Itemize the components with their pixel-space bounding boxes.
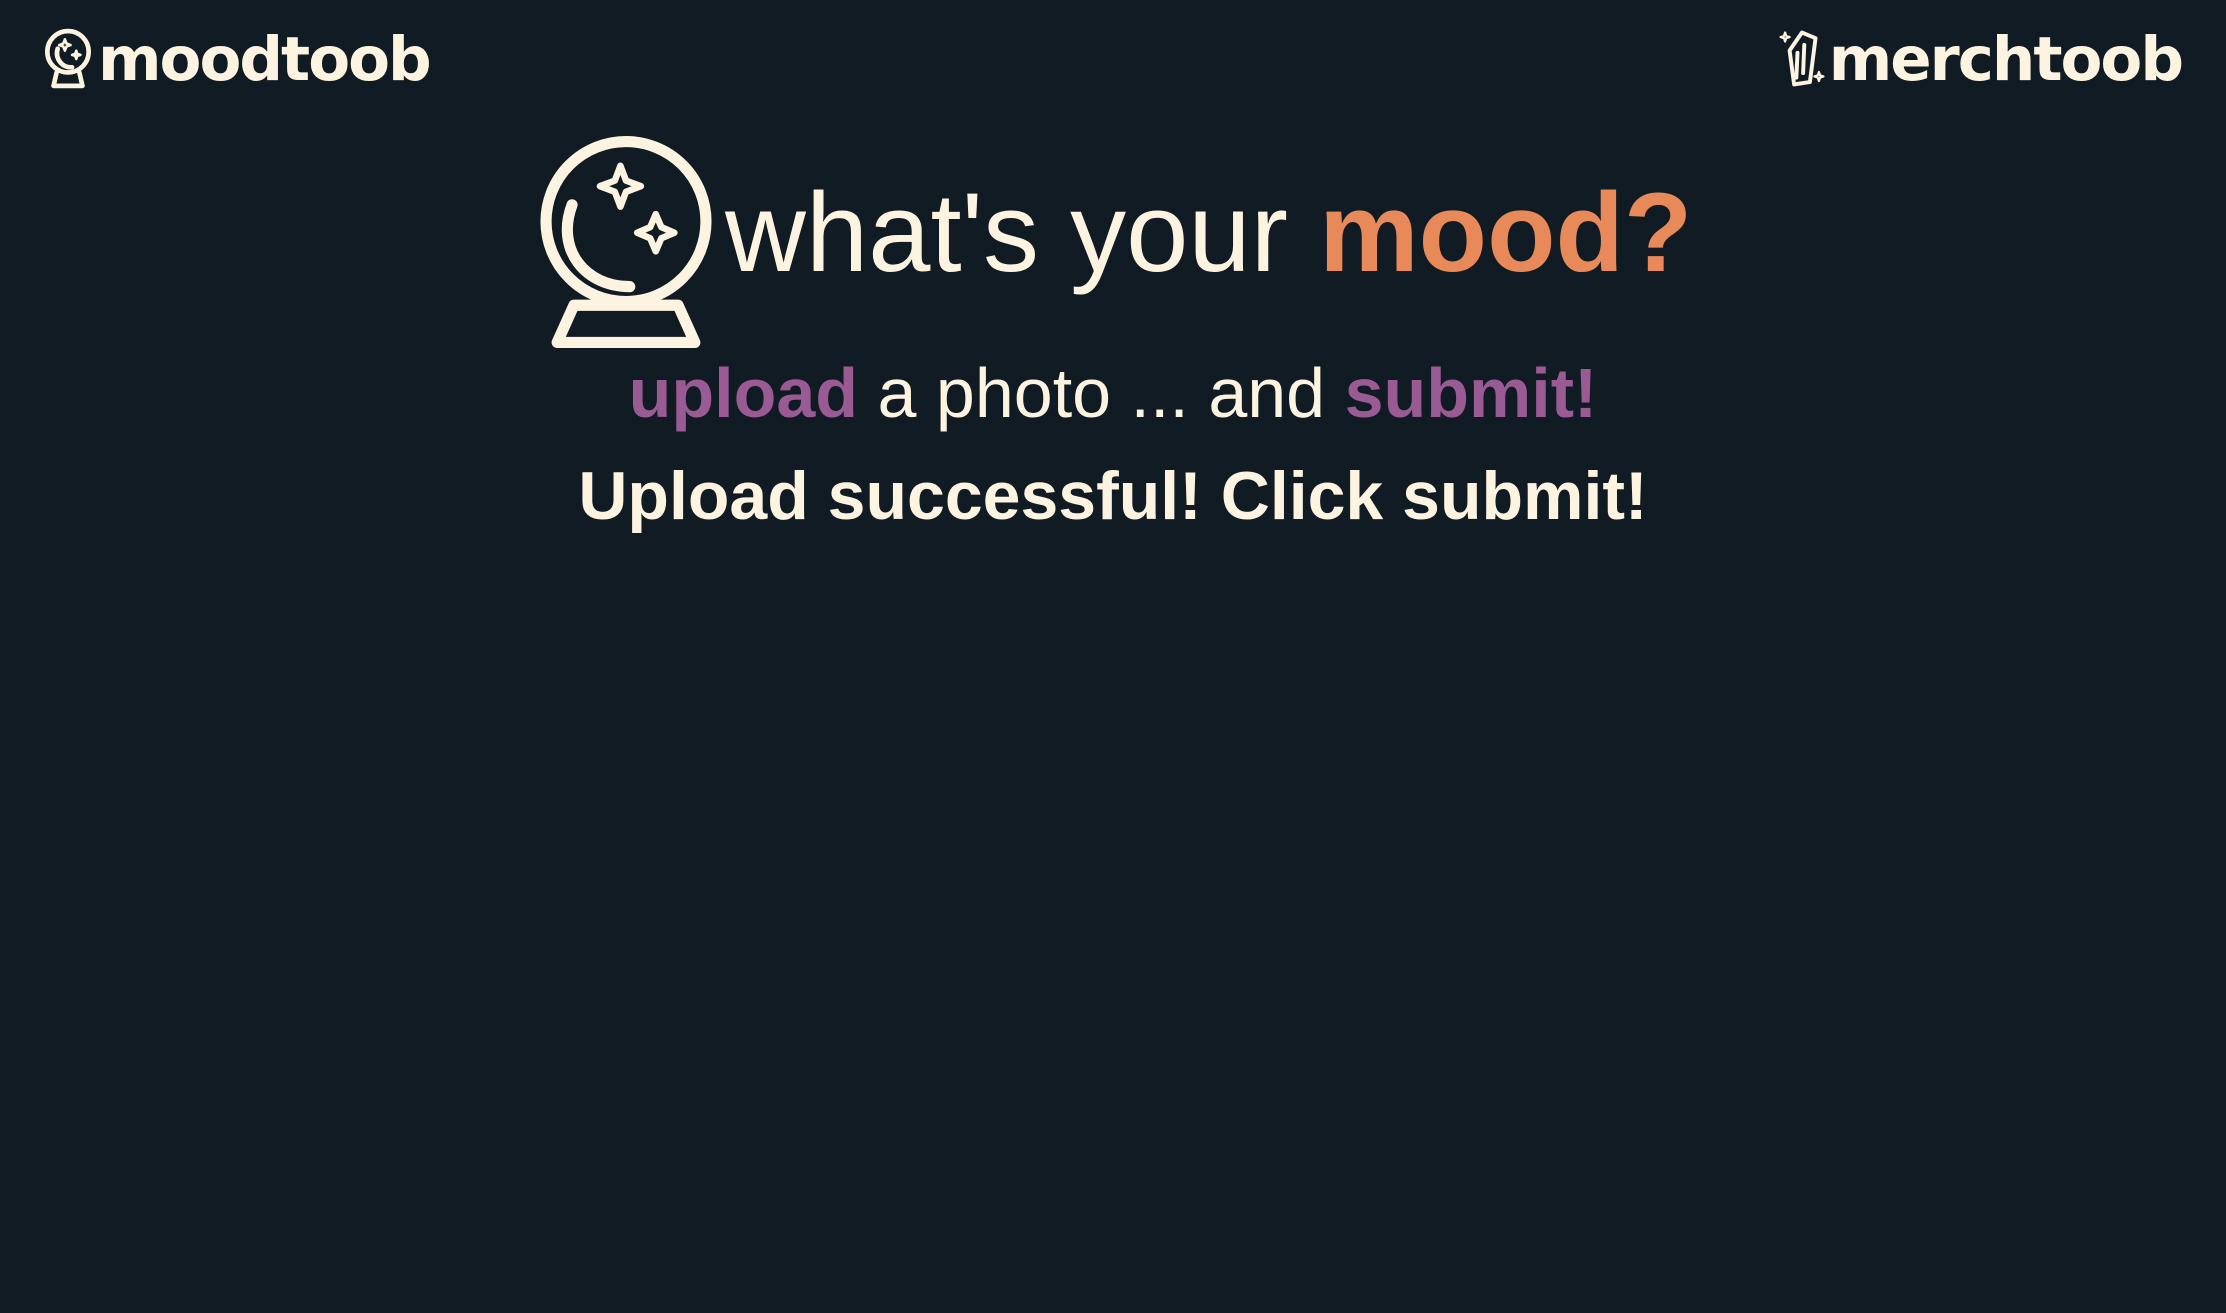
- hero-heading: what's your mood?: [533, 134, 1692, 355]
- upload-status-message: Upload successful! Click submit!: [578, 458, 1648, 534]
- title-accent: mood?: [1319, 170, 1693, 295]
- instruction-middle: a photo ... and: [858, 354, 1345, 432]
- instruction-upload-word: upload: [628, 354, 859, 432]
- instruction-text: upload a photo ... and submit!: [0, 358, 2226, 428]
- instruction-submit-word: submit!: [1344, 354, 1598, 432]
- page-title: what's your mood?: [725, 177, 1692, 289]
- title-prefix: what's your: [725, 170, 1320, 295]
- merchtoob-logo-link[interactable]: merchtoob: [1779, 23, 2184, 95]
- merchtoob-brand-label: merchtoob: [1828, 23, 2184, 95]
- crystal-icon: [1779, 28, 1825, 90]
- crystal-ball-icon: [533, 134, 719, 355]
- crystal-ball-icon: [42, 28, 94, 90]
- moodtoob-logo-link[interactable]: moodtoob: [42, 23, 432, 95]
- moodtoob-brand-label: moodtoob: [98, 23, 432, 95]
